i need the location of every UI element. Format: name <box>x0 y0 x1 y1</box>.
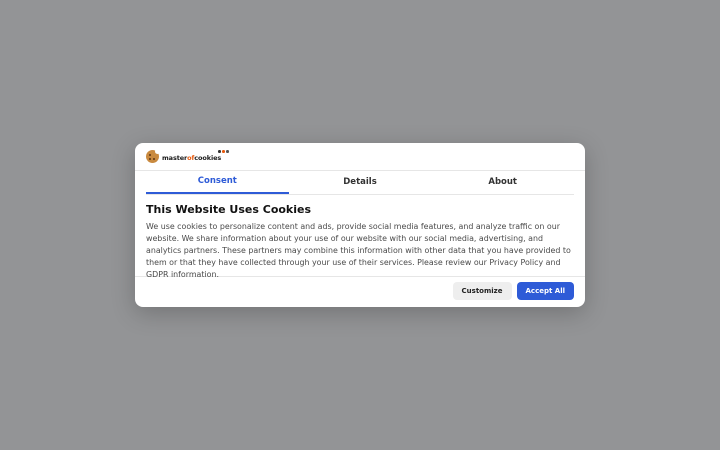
dialog-title: This Website Uses Cookies <box>146 203 312 216</box>
tab-consent[interactable]: Consent <box>146 171 289 194</box>
customize-button[interactable]: Customize <box>452 282 512 300</box>
accept-all-button[interactable]: Accept All <box>516 282 574 300</box>
consent-description: We use cookies to personalize content an… <box>146 222 571 279</box>
cookie-icon <box>146 149 160 163</box>
logo-bar: masterofcookies <box>135 143 585 171</box>
logo-dots <box>218 150 229 153</box>
cookie-consent-dialog: masterofcookies Consent Details About Th… <box>135 143 585 307</box>
brand-logo-text: masterofcookies <box>162 153 222 162</box>
tab-bar: Consent Details About <box>146 171 574 195</box>
consent-content: This Website Uses Cookies We use cookies… <box>135 195 585 279</box>
tab-details[interactable]: Details <box>289 171 432 194</box>
tab-about[interactable]: About <box>431 171 574 194</box>
dialog-actions: Customize Accept All <box>452 282 574 300</box>
